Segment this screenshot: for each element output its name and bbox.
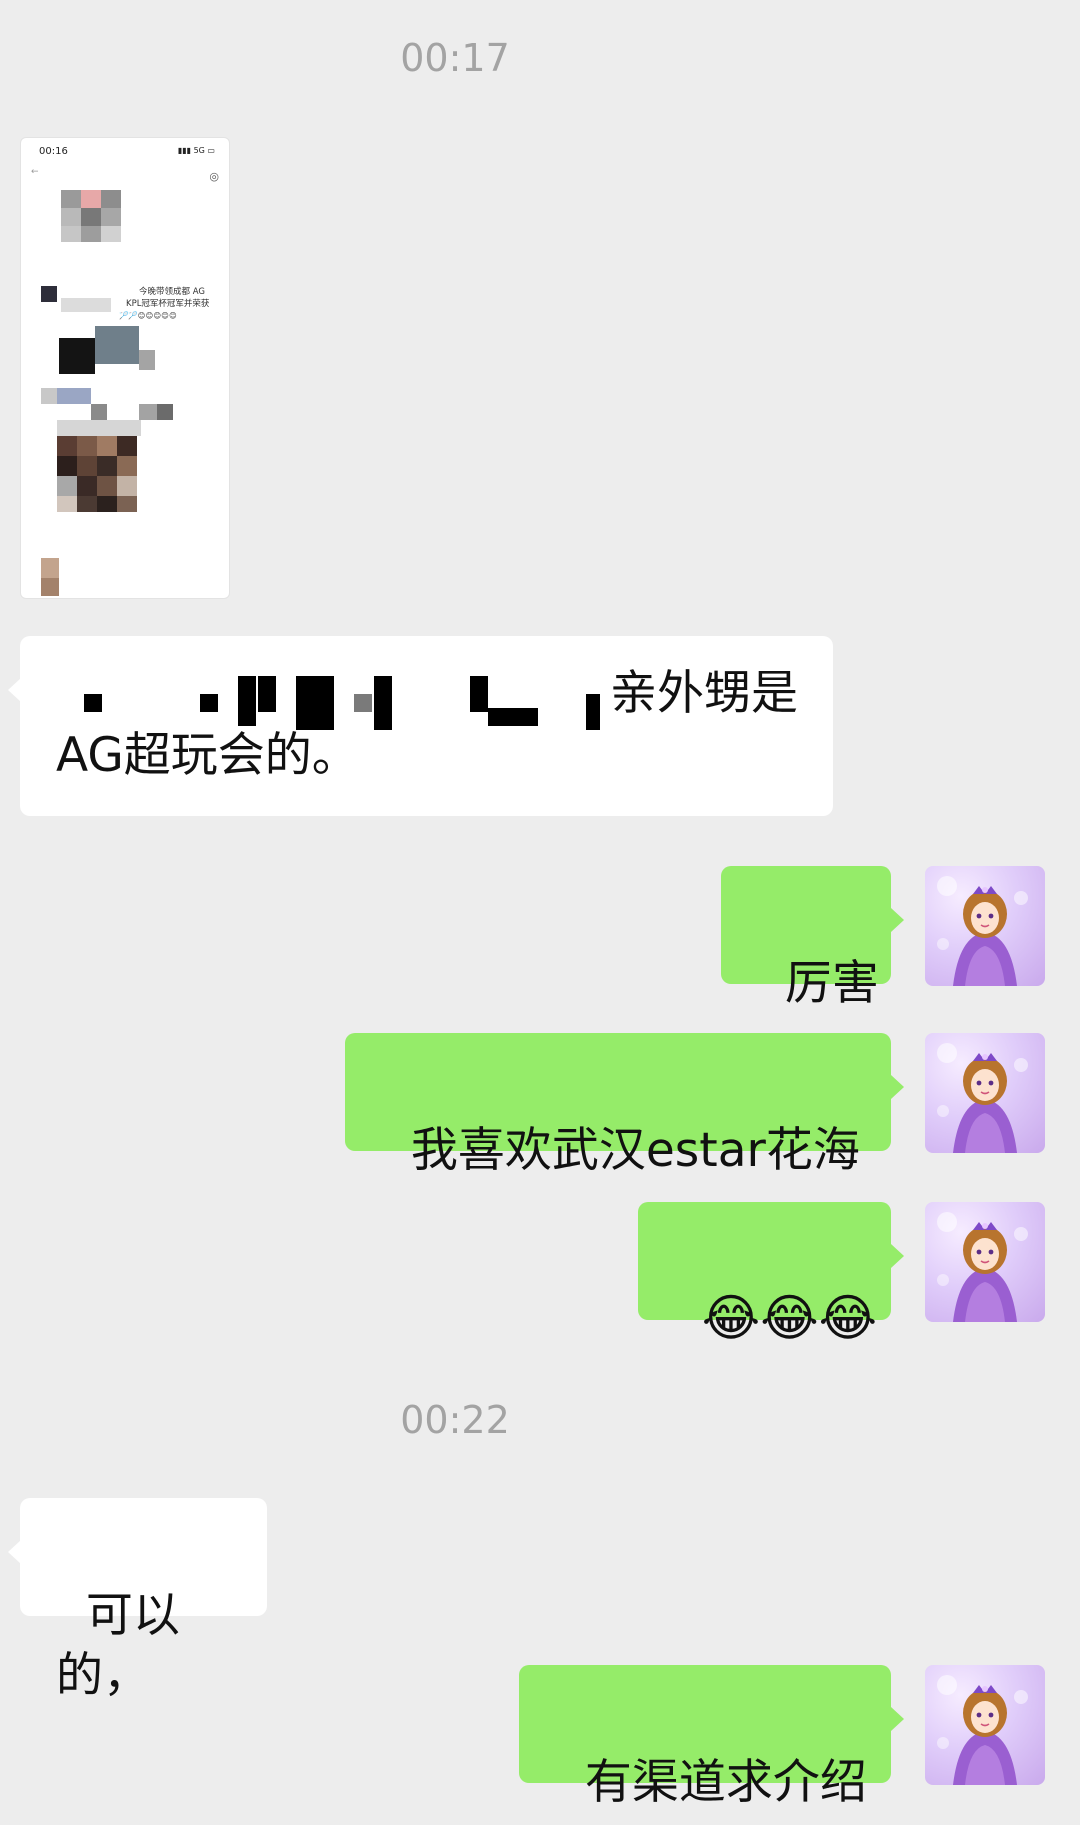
message-text: 可以的，	[56, 1588, 180, 1703]
user-avatar[interactable]	[925, 1665, 1045, 1785]
received-message-bubble[interactable]: 可以的，	[8, 1498, 267, 1703]
pixelated-region	[117, 456, 137, 476]
purple-princess-avatar-icon	[937, 876, 1028, 986]
back-arrow-icon: ←	[31, 167, 39, 177]
sent-message-bubble[interactable]: 😂😂😂	[638, 1202, 904, 1347]
pixelated-region	[81, 190, 101, 208]
thumb-photo	[95, 326, 139, 364]
redaction-mark	[470, 676, 488, 712]
pixelated-region	[101, 226, 121, 242]
pixelated-region	[57, 496, 77, 512]
message-text: 我喜欢武汉estar花海	[410, 1123, 860, 1178]
message-text-line2: AG超玩会的。	[56, 728, 359, 783]
pixelated-region	[41, 578, 59, 596]
pixelated-region	[101, 190, 121, 208]
pixelated-region	[77, 476, 97, 496]
message-text-line1: 亲外甥是	[610, 666, 798, 721]
pixelated-region	[97, 476, 117, 496]
pixelated-region	[117, 436, 137, 456]
thumb-caption-line1: 今晚带领成都 AG	[139, 287, 205, 297]
screenshot-image-message[interactable]: 00:16 ▮▮▮ 5G ▭ ◎ ← 今晚带领成都 AG KPL冠军杯冠军并荣获…	[20, 137, 230, 599]
pixelated-region	[117, 476, 137, 496]
timestamp: 00:17	[400, 36, 510, 80]
redaction-mark	[296, 676, 334, 730]
sent-message-bubble[interactable]: 有渠道求介绍	[519, 1665, 904, 1810]
redaction-mark	[84, 694, 102, 712]
user-avatar[interactable]	[925, 1033, 1045, 1153]
redaction-mark	[200, 694, 218, 712]
thumb-emoji-row: 🏸🏸😊😊😊😊😊	[119, 311, 177, 320]
pixelated-region	[61, 190, 81, 208]
thumb-status-time: 00:16	[39, 146, 68, 157]
pixelated-region	[57, 476, 77, 496]
pixelated-region	[41, 388, 57, 404]
pixelated-region	[97, 496, 117, 512]
purple-princess-avatar-icon	[937, 1043, 1028, 1153]
pixelated-region	[61, 208, 81, 226]
pixelated-region	[57, 420, 141, 436]
redaction-mark	[354, 694, 372, 712]
pixelated-region	[57, 436, 77, 456]
redaction-mark	[586, 694, 600, 730]
pixelated-region	[117, 496, 137, 512]
pixelated-region	[41, 286, 57, 302]
pixelated-region	[97, 436, 117, 456]
sent-message-bubble[interactable]: 厉害	[721, 866, 904, 1011]
pixelated-region	[41, 558, 59, 578]
pixelated-region	[91, 404, 107, 420]
pixelated-region	[139, 404, 157, 420]
purple-princess-avatar-icon	[937, 1675, 1028, 1785]
timestamp: 00:22	[400, 1398, 510, 1442]
pixelated-region	[77, 456, 97, 476]
pixelated-region	[61, 226, 81, 242]
pixelated-region	[101, 208, 121, 226]
message-text: 有渠道求介绍	[584, 1755, 867, 1810]
redaction-mark	[488, 708, 538, 726]
redaction-mark	[374, 676, 392, 730]
purple-princess-avatar-icon	[937, 1212, 1028, 1322]
thumb-caption-line2: KPL冠军杯冠军并荣获	[126, 299, 210, 309]
camera-icon: ◎	[209, 170, 219, 183]
message-text: 厉害	[784, 956, 879, 1011]
pixelated-region	[57, 388, 91, 404]
received-message-bubble[interactable]: 亲外甥是 AG超玩会的。	[8, 636, 833, 816]
user-avatar[interactable]	[925, 866, 1045, 986]
redaction-mark	[238, 676, 256, 726]
user-avatar[interactable]	[925, 1202, 1045, 1322]
pixelated-region	[81, 208, 101, 226]
sent-message-bubble[interactable]: 我喜欢武汉estar花海	[345, 1033, 904, 1178]
pixelated-region	[57, 456, 77, 476]
message-emoji: 😂😂😂	[701, 1289, 878, 1347]
pixelated-region	[139, 350, 155, 370]
pixelated-region	[77, 496, 97, 512]
pixelated-region	[81, 226, 101, 242]
redaction-mark	[258, 676, 276, 712]
pixelated-region	[59, 338, 95, 374]
pixelated-region	[157, 404, 173, 420]
pixelated-region	[77, 436, 97, 456]
pixelated-region	[97, 456, 117, 476]
pixelated-region	[61, 298, 111, 312]
thumb-status-signal: ▮▮▮ 5G ▭	[177, 146, 215, 155]
